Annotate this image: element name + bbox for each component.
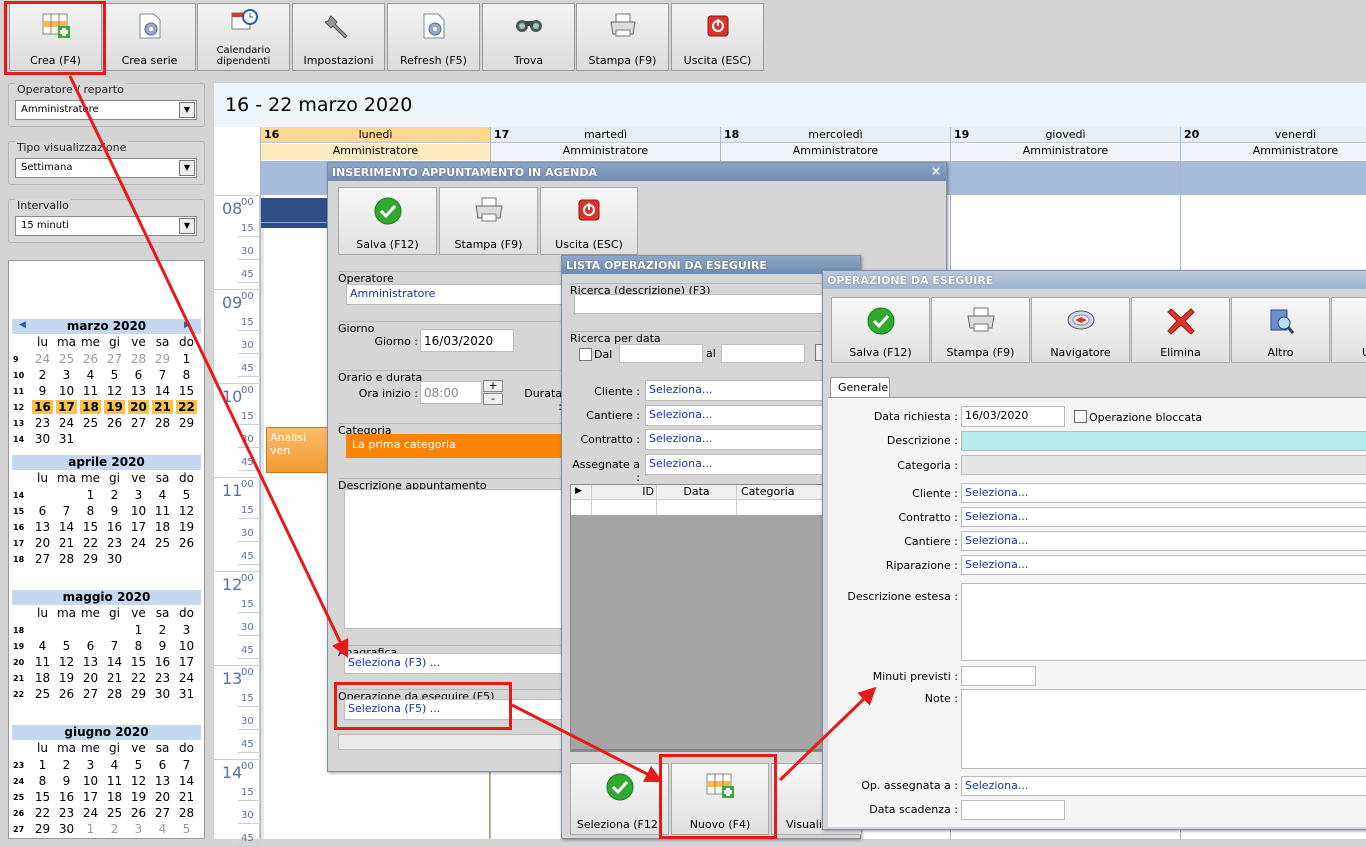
annotation-arrows: [68, 75, 877, 783]
arrow-operazione: [511, 703, 664, 783]
arrow-crea: [68, 75, 349, 659]
arrow-nuovo: [778, 686, 877, 782]
